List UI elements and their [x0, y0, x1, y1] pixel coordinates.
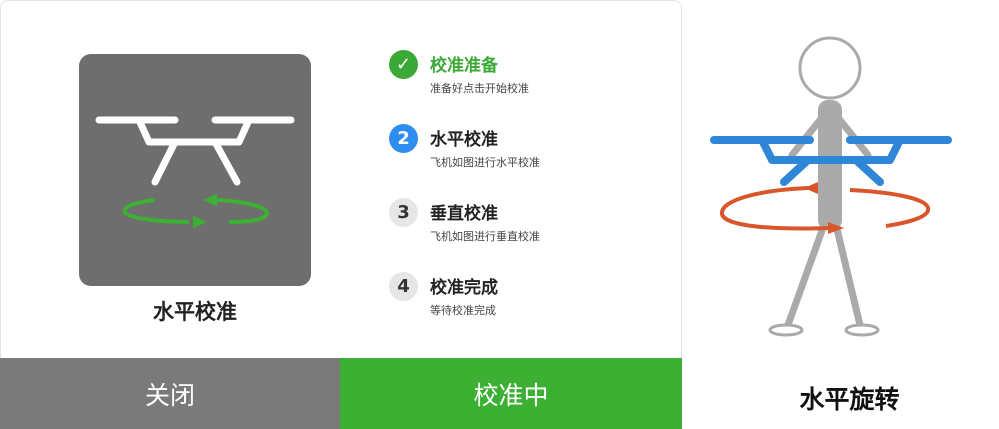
close-button[interactable]: 关闭 [0, 358, 340, 429]
drone-horizontal-rotation-icon [95, 116, 295, 228]
drone-preview [79, 54, 311, 286]
step-horizontal: 2 水平校准 飞机如图进行水平校准 [389, 124, 679, 184]
step-description: 准备好点击开始校准 [430, 82, 529, 95]
step-title: 垂直校准 [430, 204, 498, 224]
step-number-badge: 2 [389, 124, 418, 153]
preview-caption: 水平校准 [153, 300, 237, 324]
illustration-caption: 水平旋转 [799, 385, 900, 414]
step-description: 等待校准完成 [430, 304, 496, 317]
step-description: 飞机如图进行垂直校准 [430, 230, 540, 243]
rotation-illustration [700, 20, 999, 360]
step-title: 水平校准 [430, 130, 498, 150]
step-title: 校准完成 [430, 278, 498, 298]
step-number-badge: 4 [389, 272, 418, 301]
step-title: 校准准备 [430, 56, 498, 76]
step-prepare: ✓ 校准准备 准备好点击开始校准 [389, 50, 679, 110]
step-number-badge: 3 [389, 198, 418, 227]
person-holding-drone-icon [710, 36, 952, 337]
step-vertical: 3 垂直校准 飞机如图进行垂直校准 [389, 198, 679, 258]
step-description: 飞机如图进行水平校准 [430, 156, 540, 169]
check-icon: ✓ [389, 50, 418, 79]
calibration-dialog: 水平校准 ✓ 校准准备 准备好点击开始校准 2 水平校准 飞机如图进行水平校准 … [0, 0, 682, 429]
step-complete: 4 校准完成 等待校准完成 [389, 272, 679, 332]
calibrating-button[interactable]: 校准中 [340, 358, 682, 429]
